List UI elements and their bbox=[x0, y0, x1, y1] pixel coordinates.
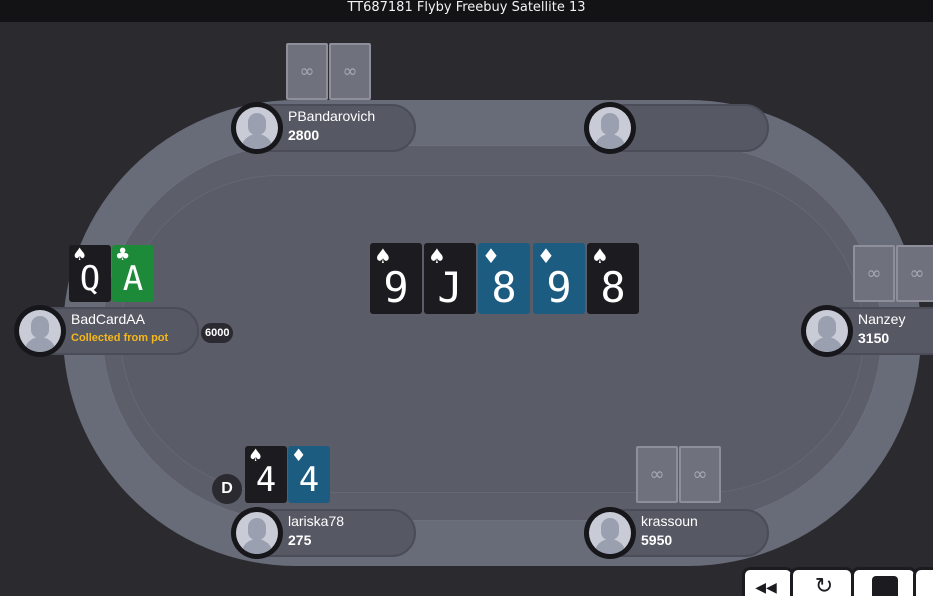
board-card-5: ♠ 8 bbox=[587, 243, 639, 314]
seat-lariska78[interactable]: lariska78 275 bbox=[231, 507, 421, 559]
seat-empty[interactable] bbox=[584, 102, 774, 154]
hole-card-2: ♣ A bbox=[112, 245, 154, 302]
card-back: ∞ bbox=[329, 43, 371, 100]
card-back-logo-icon: ∞ bbox=[649, 463, 665, 485]
card-rank: 4 bbox=[255, 460, 277, 500]
board-card-3: ♦ 8 bbox=[478, 243, 530, 314]
card-rank: A bbox=[122, 259, 144, 299]
player-name: lariska78 bbox=[288, 513, 345, 529]
seat-krassoun[interactable]: krassoun 5950 bbox=[584, 507, 774, 559]
card-rank: 4 bbox=[298, 460, 320, 500]
card-back-logo-icon: ∞ bbox=[866, 262, 882, 284]
card-back: ∞ bbox=[853, 245, 895, 302]
replay-button[interactable]: ↻ bbox=[790, 567, 854, 596]
seat-nanzey[interactable]: Nanzey 3150 bbox=[801, 305, 933, 357]
player-stack: 2800 bbox=[288, 127, 320, 143]
card-rank: 9 bbox=[546, 263, 572, 312]
avatar bbox=[231, 102, 283, 154]
hole-card-2: ♦ 4 bbox=[288, 446, 330, 503]
card-rank: Q bbox=[79, 259, 101, 299]
player-stack: 275 bbox=[288, 532, 312, 548]
card-rank: 8 bbox=[600, 263, 626, 312]
avatar bbox=[584, 507, 636, 559]
card-back: ∞ bbox=[896, 245, 933, 302]
card-back-logo-icon: ∞ bbox=[692, 463, 708, 485]
card-rank: 8 bbox=[491, 263, 517, 312]
card-rank: J bbox=[437, 263, 463, 312]
stop-icon bbox=[872, 576, 898, 596]
card-rank: 9 bbox=[383, 263, 409, 312]
player-name: Nanzey bbox=[858, 311, 906, 327]
stop-button[interactable] bbox=[851, 567, 917, 596]
seat-badcardaa[interactable]: BadCardAA Collected from pot bbox=[14, 305, 204, 357]
card-back-logo-icon: ∞ bbox=[909, 262, 925, 284]
hole-card-1: ♠ Q bbox=[69, 245, 111, 302]
dealer-button: D bbox=[212, 474, 242, 504]
replay-icon: ↻ bbox=[811, 573, 837, 596]
player-stack: 5950 bbox=[641, 532, 673, 548]
player-status: Collected from pot bbox=[71, 332, 169, 344]
player-stack: 3150 bbox=[858, 330, 890, 346]
rewind-button[interactable]: ◀◀ bbox=[742, 567, 794, 596]
card-back-logo-icon: ∞ bbox=[299, 60, 315, 82]
card-back: ∞ bbox=[636, 446, 678, 503]
card-back: ∞ bbox=[286, 43, 328, 100]
player-name: PBandarovich bbox=[288, 108, 376, 124]
rewind-icon: ◀◀ bbox=[753, 575, 779, 596]
player-name: krassoun bbox=[641, 513, 698, 529]
card-back: ∞ bbox=[679, 446, 721, 503]
avatar bbox=[231, 507, 283, 559]
board-card-2: ♠ J bbox=[424, 243, 476, 314]
hole-card-1: ♠ 4 bbox=[245, 446, 287, 503]
avatar bbox=[584, 102, 636, 154]
card-back-logo-icon: ∞ bbox=[342, 60, 358, 82]
board-card-4: ♦ 9 bbox=[533, 243, 585, 314]
avatar bbox=[801, 305, 853, 357]
bet-amount: 6000 bbox=[201, 323, 234, 343]
avatar bbox=[14, 305, 66, 357]
next-button[interactable] bbox=[913, 567, 933, 596]
window-title: TT687181 Flyby Freebuy Satellite 13 bbox=[0, 0, 933, 22]
seat-pbandarovich[interactable]: PBandarovich 2800 bbox=[231, 102, 421, 154]
board-card-1: ♠ 9 bbox=[370, 243, 422, 314]
player-name: BadCardAA bbox=[71, 311, 145, 327]
